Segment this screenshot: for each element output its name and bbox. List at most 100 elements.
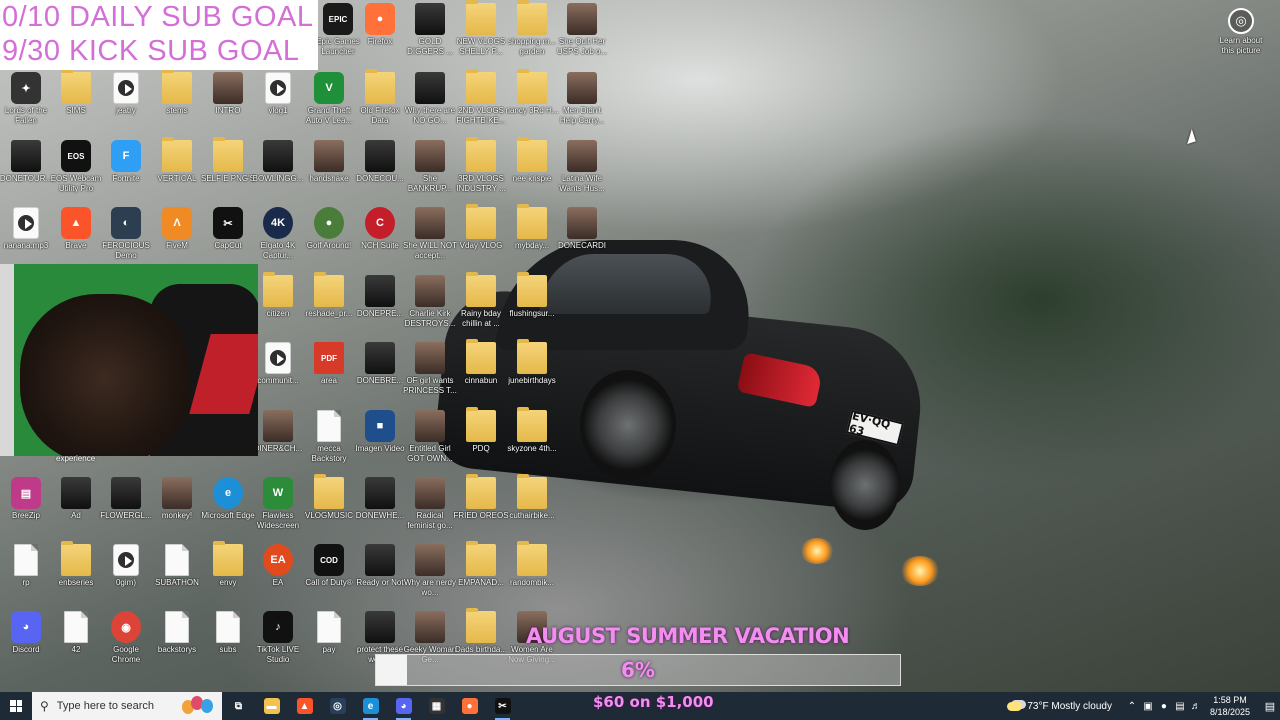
desktop-icon[interactable]: DONECOU... (354, 140, 406, 204)
taskbar-steam[interactable]: ◎ (321, 692, 354, 720)
desktop-icon[interactable]: EOS EOS Webcam Utility Pro (50, 140, 102, 204)
desktop-icon[interactable]: ◕ Discord (0, 611, 52, 675)
desktop-icon[interactable]: Latina Wife Wants Hus... (556, 140, 608, 204)
desktop-icon[interactable]: 42 (50, 611, 102, 675)
taskbar-firefox[interactable]: ● (453, 692, 486, 720)
desktop-icon[interactable]: stems (151, 69, 203, 136)
desktop-icon[interactable]: Radical feminist go... (404, 477, 456, 541)
desktop-icon[interactable]: OF girl wants PRINCESS T... (403, 342, 457, 406)
desktop-icon[interactable]: envy (202, 541, 254, 608)
taskbar-capcut[interactable]: ✂ (486, 692, 519, 720)
desktop-icon[interactable]: Vday VLOG (455, 204, 507, 271)
desktop-icon[interactable]: GOLD DIGGERS ... (404, 3, 456, 67)
desktop-icon[interactable]: ◉ Google Chrome (100, 611, 152, 675)
desktop-icon[interactable]: communit... (252, 342, 304, 406)
desktop-icon[interactable]: Why there are NO GO... (404, 72, 456, 136)
desktop-icon[interactable]: NEW VLOGS SHELLY P... (455, 0, 507, 67)
desktop-icon[interactable]: cinnabun (455, 339, 507, 406)
desktop-icon[interactable]: VERTICAL (151, 137, 203, 204)
microphone-icon[interactable]: ● (1156, 701, 1172, 712)
desktop-icon[interactable]: FLOWERGL... (100, 477, 152, 541)
desktop-icon[interactable]: W Flawless Widescreen (252, 477, 304, 541)
taskbar-file-explorer[interactable]: ▬ (255, 692, 288, 720)
desktop-icon[interactable]: ♪ TikTok LIVE Studio (252, 611, 304, 675)
taskbar-task-view[interactable]: ⧉ (222, 692, 255, 720)
desktop-icon[interactable]: BOWLINGG... (252, 140, 304, 204)
camera-tray-icon[interactable]: ▣ (1140, 701, 1156, 712)
desktop-icon[interactable]: FRIED OREOS (453, 474, 509, 541)
desktop-icon[interactable]: V Grand Theft Auto V Lea... (303, 72, 355, 136)
taskbar-edge[interactable]: e (354, 692, 387, 720)
desktop-icon[interactable]: SELFIE PNG'S (201, 137, 255, 204)
desktop-icon[interactable]: DONEBRE... (354, 342, 406, 406)
desktop-icon[interactable]: ✦ Lords of the Fallen (0, 72, 52, 136)
desktop-icon[interactable]: Charlie Kirk DESTROYS... (404, 275, 456, 339)
desktop-icon[interactable]: handshake (303, 140, 355, 204)
desktop-icon[interactable]: She BANKRUP... (404, 140, 456, 204)
desktop-icon[interactable]: flushingsur... (506, 272, 558, 339)
start-button[interactable] (0, 692, 32, 720)
desktop-icon[interactable]: COD Call of Duty® (303, 544, 355, 608)
desktop-icon[interactable]: PDF area (303, 342, 355, 406)
desktop-icon[interactable]: monkey! (151, 477, 203, 541)
desktop-icon[interactable]: mybday... (506, 204, 558, 271)
desktop-icon[interactable]: vlog1 (252, 72, 304, 136)
desktop-icon[interactable]: DONEWHE... (354, 477, 406, 541)
network-icon[interactable]: ▤ (1172, 701, 1188, 712)
desktop-icon[interactable]: nee krispie (506, 137, 558, 204)
desktop-icon[interactable]: randombik... (506, 541, 558, 608)
volume-icon[interactable]: ♬ (1188, 701, 1204, 712)
taskbar-discord[interactable]: ◕ (387, 692, 420, 720)
clock[interactable]: 1:58 PM 8/18/2025 (1210, 694, 1250, 718)
desktop-icon[interactable]: SIMS (50, 69, 102, 136)
desktop-icon[interactable]: She Quit Her USPS Job o... (556, 3, 608, 67)
desktop-icon[interactable]: INTRO (202, 72, 254, 136)
desktop-icon[interactable]: Rainy bday chillin at ... (455, 272, 507, 339)
desktop-icon[interactable]: reshade_pr... (303, 272, 355, 339)
desktop-icon[interactable]: 3RD VLOGS INDUSTRY ... (455, 137, 507, 204)
desktop-icon[interactable]: DONECARDI (556, 207, 608, 271)
desktop-icon[interactable]: C NCH Suite (354, 207, 406, 271)
notification-icon[interactable]: ▤ (1260, 692, 1280, 720)
desktop-icon[interactable]: 2ND VLOGS FIGHTBIKE... (455, 69, 507, 136)
desktop-icon[interactable]: Why are nerdy wo... (404, 544, 456, 608)
taskbar-brave[interactable]: ▲ (288, 692, 321, 720)
learn-about-picture[interactable]: ◎ Learn about this picture (1212, 8, 1270, 56)
desktop-icon[interactable]: ▤ BreeZip (0, 477, 52, 541)
desktop-icon[interactable]: mecca Backstory (303, 410, 355, 474)
desktop-icon[interactable]: She WILL NOT accept... (403, 207, 457, 271)
desktop-icon[interactable]: ● Firefox (354, 3, 406, 67)
desktop-icon[interactable]: backstorys (151, 611, 203, 675)
desktop-icon[interactable]: 4K Elgato 4K Captur... (252, 207, 304, 271)
desktop-icon[interactable]: ✂ CapCut (202, 207, 254, 271)
desktop-icon[interactable]: nanana.mp3 (0, 207, 52, 271)
desktop-icon[interactable]: DONETOUR... (0, 140, 52, 204)
desktop-icon[interactable]: ■ Imagen Video (354, 410, 406, 474)
desktop-icon[interactable]: jeatry (100, 72, 152, 136)
desktop-icon[interactable]: ● Golf Around! (303, 207, 355, 271)
taskbar-obs[interactable]: ▦ (420, 692, 453, 720)
desktop-icon[interactable]: Ready or Not (354, 544, 406, 608)
desktop-icon[interactable]: nancy 3Rd H... (506, 69, 558, 136)
desktop-icon[interactable]: subs (202, 611, 254, 675)
desktop-icon[interactable]: VLOGMUSIC (303, 474, 355, 541)
desktop-icon[interactable]: Ad (50, 477, 102, 541)
desktop-icon[interactable]: cuthairbike... (506, 474, 558, 541)
desktop-icon[interactable]: ◐ FEROCIOUS Demo (100, 207, 152, 271)
taskbar-search[interactable]: ⚲ Type here to search (32, 692, 222, 720)
desktop-icon[interactable]: EA EA (252, 544, 304, 608)
desktop-icon[interactable]: e Microsoft Edge (201, 477, 255, 541)
desktop-icon[interactable]: Λ FiveM (151, 207, 203, 271)
desktop-icon[interactable]: enbseries (50, 541, 102, 608)
desktop-icon[interactable]: Men Didn't Help Carry... (556, 72, 608, 136)
desktop-icon[interactable]: junebirthdays (506, 339, 558, 406)
desktop-icon[interactable]: ▲ Brave (50, 207, 102, 271)
desktop-icon[interactable]: SUBATHON (151, 544, 203, 608)
desktop-icon[interactable]: shopping m... garden (506, 0, 558, 67)
desktop-icon[interactable]: Entitled Girl GOT OWN... (404, 410, 456, 474)
desktop-icon[interactable]: DONEPRE... (354, 275, 406, 339)
desktop-icon[interactable]: citizen (252, 272, 304, 339)
desktop-icon[interactable]: Old Firefox Data (354, 69, 406, 136)
desktop-icon[interactable]: pay (303, 611, 355, 675)
desktop-icon[interactable]: 0gim) (100, 544, 152, 608)
